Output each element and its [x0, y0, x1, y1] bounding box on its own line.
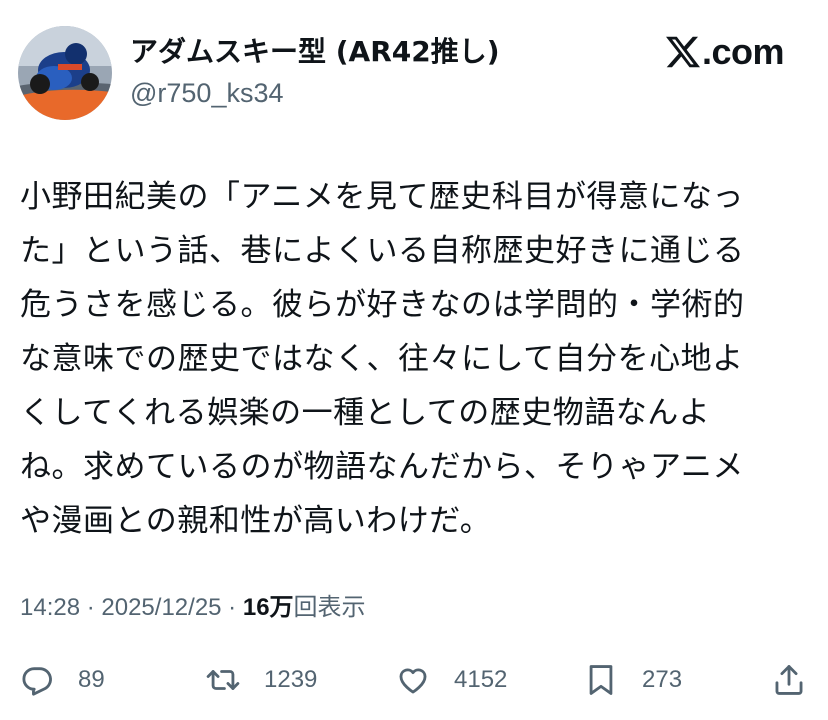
brand-text: .com [701, 31, 785, 72]
like-button[interactable]: 4152 [396, 656, 507, 704]
reply-button[interactable]: 89 [20, 656, 105, 704]
reply-icon [22, 667, 52, 696]
bookmark-button[interactable]: 273 [584, 656, 682, 704]
author-display-name[interactable]: アダムスキー型 (AR42推し) [130, 34, 500, 70]
post-line: 小野田紀美の「アニメを見て歴史科目が得意になっ [20, 179, 744, 215]
post-meta: 14:28 · 2025/12/25 · 16万回表示 [20, 590, 366, 626]
x-com-brand[interactable]: .com [665, 31, 785, 72]
avatar[interactable] [18, 26, 112, 120]
repost-count: 1239 [264, 666, 318, 693]
x-logo-icon [665, 36, 700, 68]
reply-count: 89 [78, 666, 105, 693]
repost-icon [206, 670, 240, 690]
post-date[interactable]: 2025/12/25 [101, 594, 221, 621]
meta-separator: · [80, 594, 102, 621]
bookmark-icon [589, 665, 613, 695]
meta-separator: · [221, 594, 243, 621]
action-bar: 89 1239 4152 273 [0, 656, 828, 704]
post-line: くしてくれる娯楽の一種としての歴史物語なんよ [20, 395, 711, 431]
repost-button[interactable]: 1239 [206, 656, 317, 704]
share-icon [775, 665, 803, 695]
like-count: 4152 [454, 666, 508, 693]
bookmark-count: 273 [642, 666, 683, 693]
heart-icon [399, 668, 427, 694]
avatar-image [18, 26, 112, 120]
post-line: や漫画との親和性が高いわけだ。 [20, 503, 492, 539]
post-line: 危うさを感じる。彼らが好きなのは学問的・学術的 [20, 287, 745, 323]
share-button[interactable] [772, 656, 806, 704]
views-label: 回表示 [293, 594, 366, 621]
post-body: 小野田紀美の「アニメを見て歴史科目が得意になっ た」という話、巷によくいる自称歴… [20, 170, 800, 548]
post-line: な意味での歴史ではなく、往々にして自分を心地よ [20, 341, 744, 377]
tweet-card: アダムスキー型 (AR42推し) @r750_ks34 .com 小野田紀美の「… [0, 0, 828, 720]
views-count: 16万 [242, 594, 294, 621]
post-line: ね。求めているのが物語なんだから、そりゃアニメ [20, 449, 744, 485]
author-handle[interactable]: @r750_ks34 [130, 76, 284, 110]
post-line: た」という話、巷によくいる自称歴史好きに通じる [20, 233, 745, 269]
post-time[interactable]: 14:28 [20, 594, 80, 621]
